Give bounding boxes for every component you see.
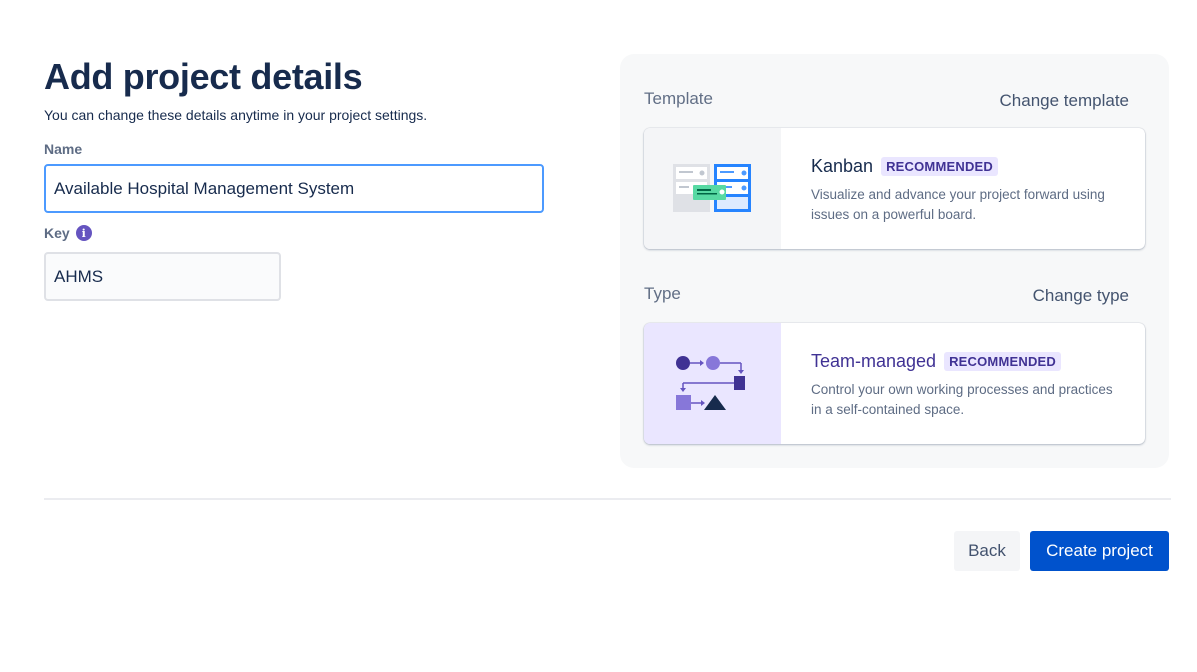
recommended-badge: RECOMMENDED	[881, 157, 998, 176]
kanban-card-body: Kanban RECOMMENDED Visualize and advance…	[811, 156, 1121, 225]
kanban-board-icon	[644, 128, 781, 249]
create-project-button[interactable]: Create project	[1030, 531, 1169, 571]
back-button[interactable]: Back	[954, 531, 1020, 571]
recommended-badge: RECOMMENDED	[944, 352, 1062, 371]
project-name-input[interactable]	[44, 164, 544, 213]
team-managed-description: Control your own working processes and p…	[811, 382, 1113, 417]
kanban-title: Kanban	[811, 156, 874, 176]
team-managed-card-body: Team-managed RECOMMENDED Control your ow…	[811, 351, 1121, 420]
name-label-text: Name	[44, 141, 83, 157]
footer-divider	[44, 498, 1171, 500]
change-type-button[interactable]: Change type	[1033, 286, 1129, 306]
team-managed-title: Team-managed	[811, 351, 937, 371]
key-label: Key i	[44, 225, 92, 241]
key-label-text: Key	[44, 225, 70, 241]
type-card-team-managed[interactable]: Team-managed RECOMMENDED Control your ow…	[644, 323, 1145, 444]
page-subtitle: You can change these details anytime in …	[44, 107, 428, 123]
template-section-label: Template	[644, 89, 713, 108]
kanban-description: Visualize and advance your project forwa…	[811, 187, 1105, 222]
info-icon[interactable]: i	[75, 225, 92, 241]
team-managed-icon	[644, 323, 781, 444]
template-card-kanban[interactable]: Kanban RECOMMENDED Visualize and advance…	[644, 128, 1145, 249]
type-section-label: Type	[644, 284, 681, 303]
page-title: Add project details	[44, 56, 363, 97]
project-key-input[interactable]	[44, 252, 281, 301]
change-template-button[interactable]: Change template	[1000, 91, 1129, 111]
name-label: Name	[44, 141, 82, 157]
